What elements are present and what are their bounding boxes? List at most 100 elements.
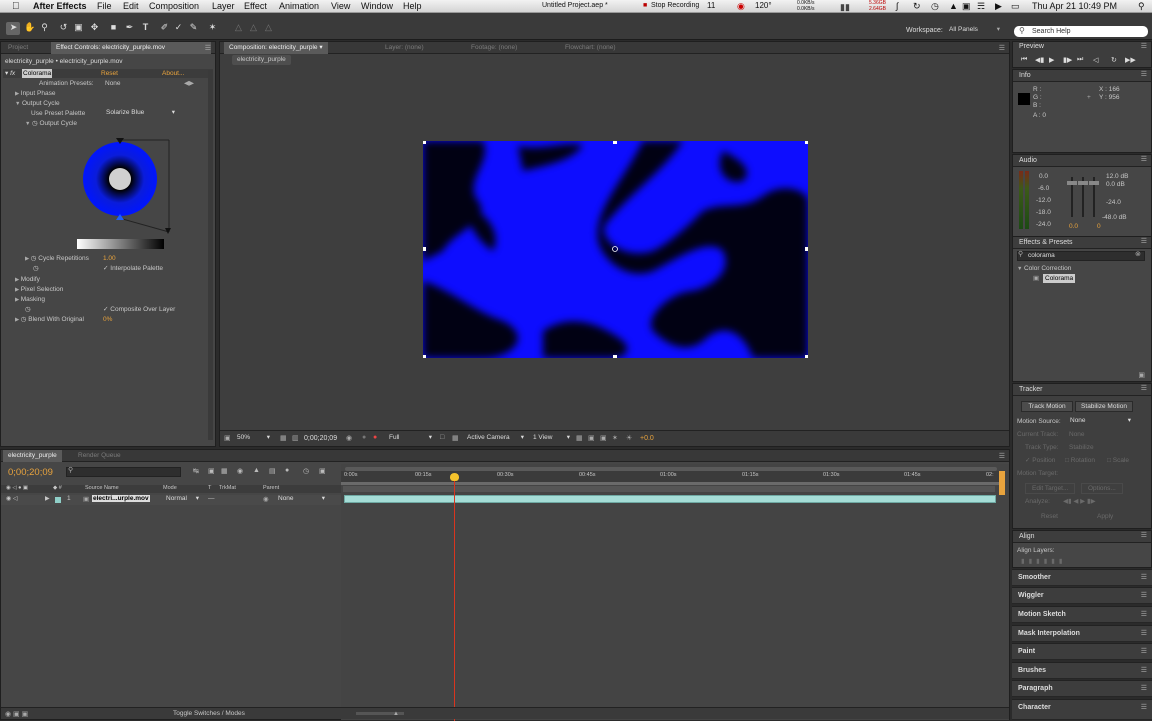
- app-menu[interactable]: After Effects: [33, 1, 87, 11]
- interpolate-stopwatch-icon[interactable]: ◷: [33, 264, 39, 273]
- lastpass-icon[interactable]: ◉: [737, 1, 745, 12]
- col-source-name[interactable]: Source Name: [85, 485, 119, 491]
- current-time-indicator[interactable]: [450, 473, 459, 481]
- audio-menu-icon[interactable]: ☰: [1141, 155, 1147, 163]
- channel-icon[interactable]: ●: [373, 434, 377, 441]
- align-menu-icon[interactable]: ☰: [1141, 531, 1147, 539]
- audio-value-l[interactable]: 0.0: [1069, 222, 1078, 231]
- timeline-icon[interactable]: ▣: [600, 434, 607, 442]
- input-phase[interactable]: ▶ Input Phase: [15, 89, 55, 99]
- tab-composition[interactable]: Composition: electricity_purple ▾: [224, 42, 328, 54]
- layer-mode-select[interactable]: Normal ▾: [163, 495, 201, 504]
- fast-previews-icon[interactable]: ▣: [588, 434, 595, 442]
- layer-duration-bar[interactable]: [344, 495, 996, 503]
- workspace-select[interactable]: All Panels ▾: [946, 26, 1002, 37]
- exposure-reset-icon[interactable]: ☀: [626, 434, 632, 442]
- col-t[interactable]: T: [208, 485, 211, 491]
- brainstorm-icon[interactable]: ●: [285, 467, 289, 474]
- pixel-selection-group[interactable]: ▶ Pixel Selection: [15, 285, 63, 295]
- tab-layer[interactable]: Layer: (none): [380, 42, 429, 54]
- category-color-correction[interactable]: ▼ Color Correction: [1017, 264, 1071, 274]
- safe-margins-icon[interactable]: ▦: [280, 434, 287, 442]
- eraser-tool-icon[interactable]: ✎: [188, 22, 199, 33]
- comp-timecode[interactable]: 0;00;20;09: [304, 435, 337, 442]
- flowchart-icon[interactable]: ✶: [612, 434, 618, 442]
- col-mode[interactable]: Mode: [163, 485, 177, 491]
- panel-menu-icon[interactable]: ☰: [205, 44, 211, 52]
- tab-timeline-comp[interactable]: electricity_purple: [3, 450, 62, 462]
- tab-render-queue[interactable]: Render Queue: [73, 450, 126, 462]
- resolution-select[interactable]: Full ▾: [386, 434, 434, 443]
- axis-world-icon[interactable]: △: [248, 22, 259, 33]
- track-type-value[interactable]: Stabilize: [1069, 443, 1094, 452]
- edit-target-button[interactable]: Edit Target...: [1025, 483, 1076, 494]
- toggle-pixel-aspect-icon[interactable]: ▦: [576, 434, 583, 442]
- info-menu-icon[interactable]: ☰: [1141, 70, 1147, 78]
- text-tool-icon[interactable]: T: [140, 22, 151, 33]
- live-update-icon[interactable]: ▣: [208, 467, 215, 475]
- blend-with-original-value[interactable]: 0%: [103, 315, 112, 324]
- audio-fader-m[interactable]: [1078, 181, 1088, 185]
- reset-link[interactable]: Reset: [101, 69, 118, 78]
- new-preset-icon[interactable]: ▣: [1138, 371, 1145, 379]
- preset-palette-select[interactable]: Solarize Blue ▾: [103, 109, 177, 118]
- loop-icon[interactable]: ↻: [1111, 56, 1117, 64]
- audio-fader-r[interactable]: [1089, 181, 1099, 185]
- tab-project[interactable]: Project: [3, 42, 33, 54]
- toggle-switches-modes[interactable]: Toggle Switches / Modes: [173, 710, 245, 717]
- tab-footage[interactable]: Footage: (none): [466, 42, 522, 54]
- effects-menu-icon[interactable]: ☰: [1141, 237, 1147, 245]
- menu-help[interactable]: Help: [403, 1, 422, 11]
- rectangle-tool-icon[interactable]: ■: [108, 22, 119, 33]
- tab-flowchart[interactable]: Flowchart: (none): [560, 42, 621, 54]
- spotlight-icon[interactable]: ⚲: [1138, 1, 1145, 12]
- panel-mask-interpolation[interactable]: Mask Interpolation ☰: [1012, 625, 1152, 642]
- layer-video-toggle-icon[interactable]: ◉ ◁: [6, 495, 18, 502]
- zoom-slider-handle-icon[interactable]: ▲: [393, 711, 399, 717]
- current-track-value[interactable]: None: [1069, 430, 1085, 439]
- menu-window[interactable]: Window: [361, 1, 393, 11]
- clock[interactable]: Thu Apr 21 10:49 PM: [1032, 1, 1117, 11]
- effect-item-colorama[interactable]: Colorama: [1043, 274, 1076, 283]
- hand-tool-icon[interactable]: ✋: [24, 22, 35, 33]
- search-help-input[interactable]: Search Help: [1014, 26, 1148, 37]
- align-buttons[interactable]: ▮▮▮▮▮▮: [1021, 557, 1066, 566]
- frame-blending-icon[interactable]: ▲: [253, 467, 260, 474]
- mute-audio-icon[interactable]: ◁: [1093, 56, 1098, 64]
- panel-wiggler[interactable]: Wiggler ☰: [1012, 587, 1152, 604]
- options-button[interactable]: Options...: [1081, 483, 1123, 494]
- draft-3d-icon[interactable]: ▦: [221, 467, 228, 475]
- presets-nav-icon[interactable]: ◀▶: [184, 79, 194, 88]
- layer-label-color[interactable]: [55, 497, 61, 503]
- selection-tool-icon[interactable]: ➤: [8, 22, 19, 33]
- track-motion-button[interactable]: Track Motion: [1021, 401, 1073, 412]
- menu-layer[interactable]: Layer: [212, 1, 235, 11]
- last-frame-icon[interactable]: ⏭: [1077, 56, 1083, 64]
- panel-smoother[interactable]: Smoother ☰: [1012, 569, 1152, 586]
- grid-icon[interactable]: ▥: [292, 434, 299, 442]
- adobe-status[interactable]: 11: [707, 1, 715, 10]
- clone-tool-icon[interactable]: ✓: [173, 22, 184, 33]
- effects-search-input[interactable]: colorama: [1017, 251, 1145, 261]
- tracker-apply-button[interactable]: Apply: [1097, 512, 1113, 521]
- auto-keyframe-icon[interactable]: ◷: [303, 467, 309, 475]
- tab-effect-controls[interactable]: Effect Controls: electricity_purple.mov: [51, 42, 211, 54]
- output-cycle[interactable]: ▼ Output Cycle: [15, 99, 60, 109]
- footer-switches-icons[interactable]: ◉ ▣ ▣: [5, 710, 28, 718]
- position-checkbox[interactable]: ✓ Position: [1025, 456, 1055, 465]
- composite-stopwatch-icon[interactable]: ◷: [25, 305, 31, 314]
- always-preview-icon[interactable]: ▣: [224, 434, 231, 442]
- comp-subtab[interactable]: electricity_purple: [232, 55, 291, 65]
- axis-local-icon[interactable]: △: [233, 22, 244, 33]
- axis-view-icon[interactable]: △: [263, 22, 274, 33]
- panel-brushes[interactable]: Brushes ☰: [1012, 662, 1152, 679]
- puppet-tool-icon[interactable]: ✶: [207, 22, 218, 33]
- effect-controls-scrollbar[interactable]: [208, 70, 213, 440]
- audio-value-r[interactable]: 0: [1097, 222, 1101, 231]
- panel-paragraph[interactable]: Paragraph ☰: [1012, 680, 1152, 697]
- pickwhip-icon[interactable]: ◉: [263, 495, 269, 503]
- apple-menu-icon[interactable]: : [12, 1, 20, 12]
- panel-motion-sketch[interactable]: Motion Sketch ☰: [1012, 606, 1152, 623]
- timeline-menu-icon[interactable]: ☰: [999, 452, 1005, 460]
- timemachine-icon[interactable]: ◷: [931, 1, 939, 12]
